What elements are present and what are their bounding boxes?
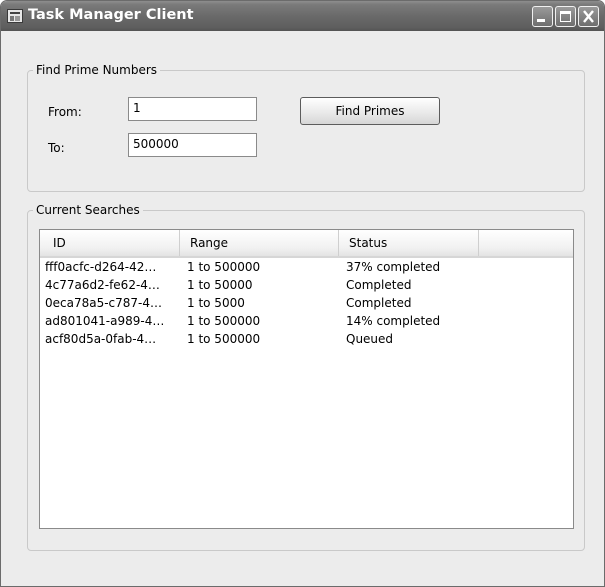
list-rows: fff0acfc-d264-42… 1 to 500000 37% comple… bbox=[40, 258, 573, 348]
column-header-status[interactable]: Status bbox=[339, 230, 479, 256]
close-button[interactable] bbox=[578, 6, 599, 27]
row-id: acf80d5a-0fab-4… bbox=[45, 332, 157, 346]
row-range: 1 to 500000 bbox=[187, 314, 261, 328]
find-primes-button[interactable]: Find Primes bbox=[300, 97, 440, 125]
row-range: 1 to 5000 bbox=[187, 296, 245, 310]
table-row[interactable]: ad801041-a989-4… 1 to 500000 14% complet… bbox=[40, 312, 573, 330]
maximize-button[interactable] bbox=[555, 6, 576, 27]
row-range: 1 to 500000 bbox=[187, 260, 261, 274]
main-window: Task Manager Client Find Prime Numbers F… bbox=[0, 0, 605, 587]
table-row[interactable]: acf80d5a-0fab-4… 1 to 500000 Queued bbox=[40, 330, 573, 348]
row-id: 0eca78a5-c787-4… bbox=[45, 296, 163, 310]
from-label: From: bbox=[48, 105, 82, 119]
to-label: To: bbox=[48, 141, 65, 155]
find-primes-group: Find Prime Numbers bbox=[27, 63, 585, 192]
column-header-id[interactable]: ID bbox=[40, 230, 180, 256]
row-id: ad801041-a989-4… bbox=[45, 314, 165, 328]
to-input[interactable]: 500000 bbox=[128, 133, 257, 157]
find-primes-legend: Find Prime Numbers bbox=[36, 63, 158, 77]
row-range: 1 to 50000 bbox=[187, 278, 253, 292]
row-status: Queued bbox=[346, 332, 394, 346]
minimize-icon bbox=[537, 19, 545, 22]
app-icon[interactable] bbox=[7, 9, 23, 23]
current-searches-legend: Current Searches bbox=[36, 203, 140, 217]
table-row[interactable]: 0eca78a5-c787-4… 1 to 5000 Completed bbox=[40, 294, 573, 312]
row-status: Completed bbox=[346, 296, 412, 310]
table-row[interactable]: 4c77a6d2-fe62-4… 1 to 50000 Completed bbox=[40, 276, 573, 294]
searches-list[interactable]: ID Range Status fff0acfc-d264-42… 1 to 5… bbox=[39, 229, 574, 529]
minimize-button[interactable] bbox=[532, 6, 553, 27]
row-status: 14% completed bbox=[346, 314, 441, 328]
window-title: Task Manager Client bbox=[28, 7, 194, 23]
from-input[interactable]: 1 bbox=[128, 97, 257, 121]
row-status: 37% completed bbox=[346, 260, 441, 274]
row-status: Completed bbox=[346, 278, 412, 292]
maximize-icon bbox=[560, 11, 571, 22]
close-icon bbox=[583, 10, 594, 23]
row-id: 4c77a6d2-fe62-4… bbox=[45, 278, 160, 292]
table-row[interactable]: fff0acfc-d264-42… 1 to 500000 37% comple… bbox=[40, 258, 573, 276]
list-header: ID Range Status bbox=[40, 230, 573, 258]
row-range: 1 to 500000 bbox=[187, 332, 261, 346]
title-bar[interactable]: Task Manager Client bbox=[1, 1, 604, 31]
row-id: fff0acfc-d264-42… bbox=[45, 260, 157, 274]
column-header-range[interactable]: Range bbox=[180, 230, 339, 256]
